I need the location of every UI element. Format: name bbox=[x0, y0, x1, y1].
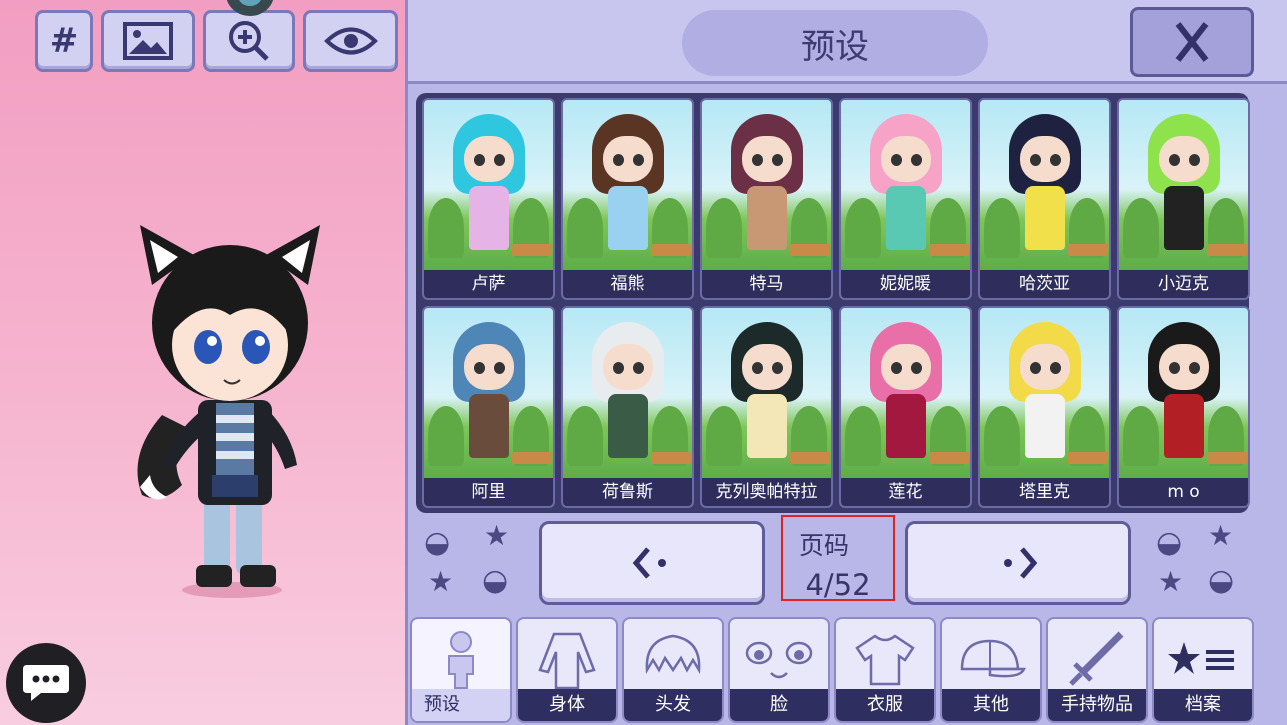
preset-character bbox=[447, 114, 531, 274]
preset-name: 卢萨 bbox=[424, 270, 553, 298]
preset-card[interactable]: 塔里克 bbox=[978, 306, 1111, 508]
chevron-right-icon bbox=[1004, 547, 1038, 579]
prev-page-button[interactable] bbox=[539, 521, 765, 605]
preset-name: m o bbox=[1119, 478, 1248, 506]
preset-character bbox=[586, 322, 670, 482]
tab-star-list[interactable]: 档案 bbox=[1152, 617, 1254, 723]
preset-name: 荷鲁斯 bbox=[563, 478, 692, 506]
preset-character bbox=[1142, 322, 1226, 482]
preset-character bbox=[864, 322, 948, 482]
face-icon bbox=[730, 627, 828, 693]
tab-label: 手持物品 bbox=[1048, 689, 1146, 721]
cap-icon bbox=[942, 627, 1040, 693]
tab-label: 头发 bbox=[624, 689, 722, 721]
preset-character bbox=[1142, 114, 1226, 274]
tab-sword[interactable]: 手持物品 bbox=[1046, 617, 1148, 723]
preset-name: 妮妮暖 bbox=[841, 270, 970, 298]
tab-shirt[interactable]: 衣服 bbox=[834, 617, 936, 723]
category-tabs: 预设 身体 头发脸衣服 其他 手持物品 档案 bbox=[408, 614, 1287, 725]
preset-grid: 卢萨 福熊 特马 妮妮暖 哈茨亚 小迈克阿里 荷鲁斯 克列奥帕特拉 莲花 塔里克 m o bbox=[416, 93, 1250, 513]
character-stage: # bbox=[0, 0, 405, 725]
tab-person[interactable]: 预设 bbox=[410, 617, 512, 723]
preset-panel: 预设 卢萨 福熊 特马 妮妮暖 哈茨亚 小迈克阿里 荷鲁斯 克列奥帕特拉 莲花 塔里克 m o ◒ … bbox=[405, 0, 1287, 725]
tab-body[interactable]: 身体 bbox=[516, 617, 618, 723]
preset-character bbox=[864, 114, 948, 274]
preset-character bbox=[725, 322, 809, 482]
eye-icon bbox=[323, 27, 378, 55]
panel-header: 预设 bbox=[408, 0, 1287, 84]
close-icon bbox=[1175, 22, 1209, 62]
preset-name: 克列奥帕特拉 bbox=[702, 478, 831, 506]
shirt-icon bbox=[836, 627, 934, 693]
star-icon: ★ bbox=[1208, 519, 1234, 552]
hair-icon bbox=[624, 627, 722, 693]
preset-card[interactable]: 小迈克 bbox=[1117, 98, 1250, 300]
image-icon bbox=[123, 22, 173, 60]
tab-hair[interactable]: 头发 bbox=[622, 617, 724, 723]
next-page-button[interactable] bbox=[905, 521, 1131, 605]
preset-name: 福熊 bbox=[563, 270, 692, 298]
preset-character bbox=[586, 114, 670, 274]
player-character[interactable] bbox=[122, 205, 332, 605]
tab-label: 预设 bbox=[412, 689, 510, 721]
star-list-icon bbox=[1154, 627, 1252, 693]
page-label: 页码 bbox=[799, 531, 850, 560]
preset-name: 莲花 bbox=[841, 478, 970, 506]
star-icon: ★ bbox=[484, 519, 510, 552]
preset-card[interactable]: 特马 bbox=[700, 98, 833, 300]
chevron-left-icon bbox=[632, 547, 666, 579]
star-icon: ★ bbox=[1158, 565, 1184, 598]
body-icon bbox=[518, 627, 616, 693]
preset-card[interactable]: 哈茨亚 bbox=[978, 98, 1111, 300]
preset-card[interactable]: m o bbox=[1117, 306, 1250, 508]
star-icon: ★ bbox=[428, 565, 454, 598]
preset-name: 哈茨亚 bbox=[980, 270, 1109, 298]
person-icon bbox=[412, 627, 510, 693]
preset-card[interactable]: 福熊 bbox=[561, 98, 694, 300]
preset-card[interactable]: 妮妮暖 bbox=[839, 98, 972, 300]
ball-icon: ◒ bbox=[1156, 525, 1183, 560]
tab-label: 脸 bbox=[730, 689, 828, 721]
speech-bubble-icon bbox=[23, 665, 69, 701]
page-indicator: 页码 4/52 bbox=[781, 515, 895, 602]
ball-icon: ◒ bbox=[1208, 563, 1235, 598]
visibility-button[interactable] bbox=[303, 10, 398, 72]
preset-character bbox=[725, 114, 809, 274]
preset-name: 特马 bbox=[702, 270, 831, 298]
tab-face[interactable]: 脸 bbox=[728, 617, 830, 723]
grid-toggle-button[interactable]: # bbox=[35, 10, 93, 72]
tab-cap[interactable]: 其他 bbox=[940, 617, 1042, 723]
preset-card[interactable]: 克列奥帕特拉 bbox=[700, 306, 833, 508]
zoom-in-icon bbox=[229, 21, 269, 61]
ball-icon: ◒ bbox=[482, 563, 509, 598]
ball-icon: ◒ bbox=[424, 525, 451, 560]
tab-label: 其他 bbox=[942, 689, 1040, 721]
preset-card[interactable]: 荷鲁斯 bbox=[561, 306, 694, 508]
chat-button[interactable] bbox=[6, 643, 86, 723]
mascot-icon bbox=[226, 0, 274, 16]
preset-character bbox=[1003, 322, 1087, 482]
tab-label: 身体 bbox=[518, 689, 616, 721]
preset-card[interactable]: 卢萨 bbox=[422, 98, 555, 300]
preset-name: 阿里 bbox=[424, 478, 553, 506]
hash-icon: # bbox=[49, 21, 79, 61]
tab-label: 衣服 bbox=[836, 689, 934, 721]
preset-name: 塔里克 bbox=[980, 478, 1109, 506]
panel-title: 预设 bbox=[682, 10, 988, 76]
preset-card[interactable]: 莲花 bbox=[839, 306, 972, 508]
pager: ◒ ★ ★ ◒ 页码 4/52 ◒ ★ ★ ◒ bbox=[408, 515, 1287, 610]
page-number: 4/52 bbox=[805, 568, 871, 602]
preset-name: 小迈克 bbox=[1119, 270, 1248, 298]
preset-character bbox=[1003, 114, 1087, 274]
zoom-button[interactable] bbox=[203, 10, 295, 72]
preset-card[interactable]: 阿里 bbox=[422, 306, 555, 508]
background-button[interactable] bbox=[101, 10, 195, 72]
preset-character bbox=[447, 322, 531, 482]
sword-icon bbox=[1048, 627, 1146, 693]
tab-label: 档案 bbox=[1154, 689, 1252, 721]
close-button[interactable] bbox=[1130, 7, 1254, 77]
